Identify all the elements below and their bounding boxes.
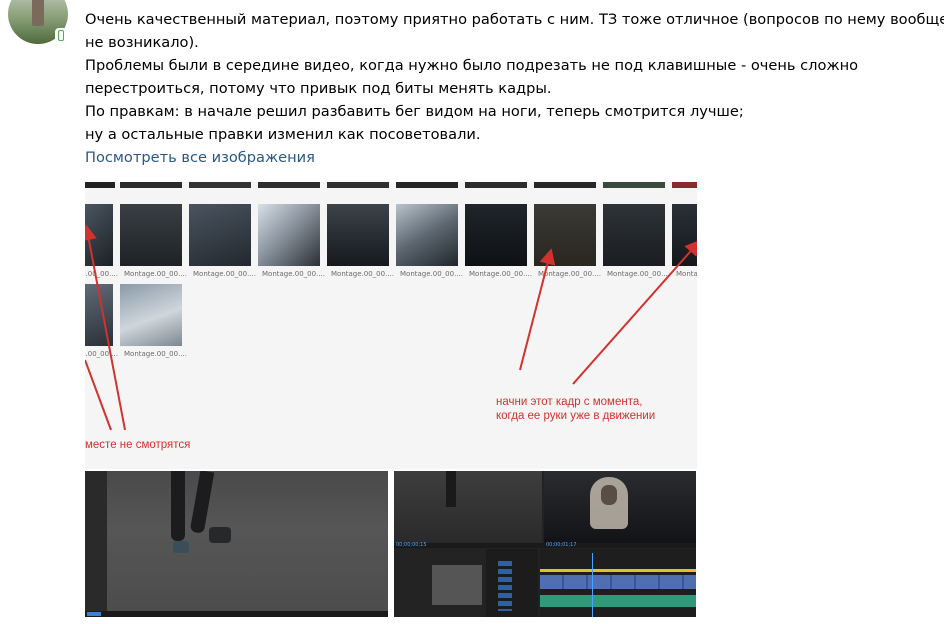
source-monitor — [394, 471, 542, 543]
runner-leg — [446, 471, 456, 507]
audio-track-clip — [540, 595, 696, 607]
video-track-clips — [540, 575, 696, 589]
timeline-work-area — [540, 569, 696, 572]
runner-shoe — [209, 527, 231, 543]
annotation-arrows — [85, 224, 697, 431]
annotation-right-line1: начни этот кадр с момента, — [496, 396, 643, 408]
frame-side-panel — [85, 471, 107, 617]
runner-leg — [171, 471, 185, 541]
annotation-right-line2: когда ее руки уже в движении — [496, 410, 656, 422]
monitor-controls — [394, 543, 696, 548]
timecode-program: 00;00;01;17 — [546, 542, 577, 548]
playhead-marker — [87, 612, 101, 616]
timecode-source: 00;00;00;15 — [396, 542, 427, 548]
frame-bottom-bar — [85, 611, 388, 617]
post-line: не возникало). — [85, 34, 199, 51]
timeline-playhead[interactable] — [592, 553, 593, 617]
figure-face — [601, 485, 617, 505]
post-line: Проблемы были в середине видео, когда ну… — [85, 57, 859, 74]
post-line: перестроиться, потому что привык под бит… — [85, 80, 552, 97]
post-line: По правкам: в начале решил разбавить бег… — [85, 103, 744, 120]
avatar-figure — [32, 0, 44, 26]
post-text: Очень качественный материал, поэтому при… — [85, 8, 944, 169]
tools-panel — [486, 549, 538, 617]
view-all-images-link[interactable]: Посмотреть все изображения — [85, 146, 940, 169]
runner-shoe — [173, 541, 189, 553]
attached-image-running-legs[interactable] — [85, 471, 388, 617]
snow-ground — [107, 471, 388, 617]
attached-image-thumbnails[interactable]: Montage.00_00.... Montage.00_00.... Mont… — [85, 182, 697, 469]
attached-image-editor-timeline[interactable]: 00;00;00;15 00;00;01;17 — [394, 471, 696, 617]
mobile-online-icon — [55, 28, 67, 44]
post-line: Очень качественный материал, поэтому при… — [85, 11, 944, 28]
track-toggles — [498, 561, 512, 611]
project-clip-preview — [432, 565, 482, 605]
annotation-left: месте не смотрятся — [85, 439, 191, 451]
post-line: ну а остальные правки изменил как посове… — [85, 126, 481, 143]
